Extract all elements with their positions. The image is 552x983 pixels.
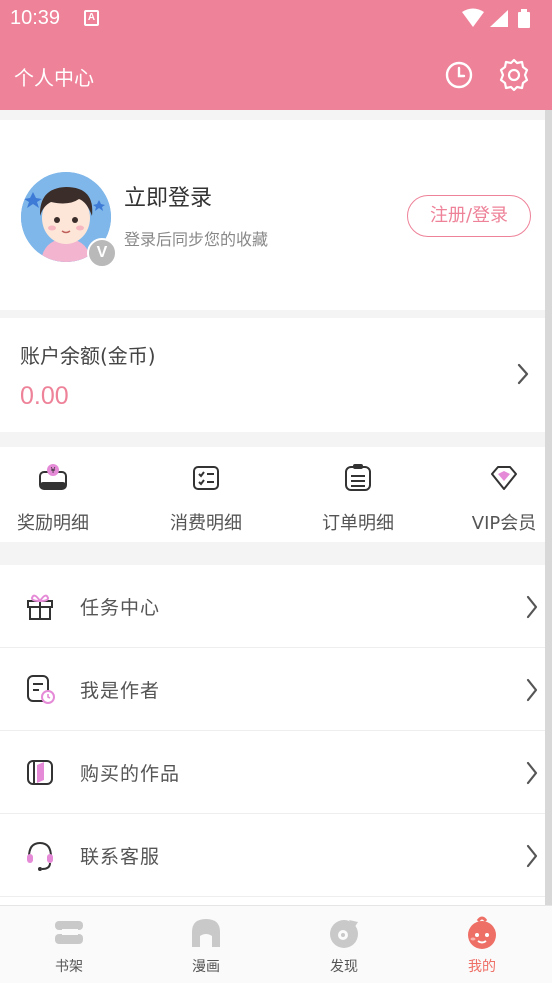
tab-label: 漫画 xyxy=(192,959,220,975)
chevron-right-icon xyxy=(526,844,538,868)
menu-item-label: 任务中心 xyxy=(80,597,161,619)
settings-icon[interactable] xyxy=(497,58,531,92)
balance-label: 账户余额(金币) xyxy=(20,344,156,368)
login-title[interactable]: 立即登录 xyxy=(124,180,212,212)
menu-item-label: 联系客服 xyxy=(80,846,161,868)
menu-item-task-center[interactable]: 任务中心 xyxy=(0,565,545,648)
author-icon xyxy=(27,675,55,704)
mine-icon xyxy=(468,916,496,949)
menu-item-purchased-works[interactable]: 购买的作品 xyxy=(0,731,545,814)
page-title: 个人中心 xyxy=(14,66,94,90)
history-icon[interactable] xyxy=(444,60,474,90)
tab-discover[interactable]: 发现 xyxy=(304,916,384,976)
app-bar: 个人中心 xyxy=(0,38,552,110)
vip-diamond-icon xyxy=(491,466,517,490)
menu-item-author[interactable]: 我是作者 xyxy=(0,648,545,731)
battery-icon xyxy=(518,9,530,28)
shortcut-reward-details[interactable]: ¥ 奖励明细 xyxy=(0,463,108,535)
vip-badge: V xyxy=(87,238,117,268)
svg-text:¥: ¥ xyxy=(50,466,55,475)
tab-comic[interactable]: 漫画 xyxy=(166,916,246,976)
order-list-icon xyxy=(345,464,371,491)
register-login-button[interactable]: 注册/登录 xyxy=(407,195,531,237)
book-icon xyxy=(27,760,53,785)
menu-item-label: 购买的作品 xyxy=(80,763,181,785)
profile-card: V 立即登录 登录后同步您的收藏 注册/登录 xyxy=(0,120,545,310)
tab-label: 我的 xyxy=(468,959,496,975)
balance-card[interactable]: 账户余额(金币) 0.00 xyxy=(0,318,545,432)
signal-icon xyxy=(490,10,508,27)
bottom-tab-bar: 书架 漫画 发现 我的 xyxy=(0,905,552,983)
wifi-icon xyxy=(462,8,484,27)
tab-label: 发现 xyxy=(330,959,358,975)
comic-icon xyxy=(192,919,220,947)
status-bar: 10:39 A xyxy=(0,0,552,38)
tab-label: 书架 xyxy=(55,959,83,975)
balance-value: 0.00 xyxy=(20,382,69,410)
shortcut-label: 奖励明细 xyxy=(17,513,89,534)
shortcut-vip-member[interactable]: VIP会员 xyxy=(449,463,552,535)
shortcut-consumption-details[interactable]: 消费明细 xyxy=(151,463,261,535)
shortcut-label: VIP会员 xyxy=(471,513,537,534)
chevron-right-icon xyxy=(526,678,538,702)
menu-item-customer-service[interactable]: 联系客服 xyxy=(0,814,545,897)
discover-icon xyxy=(330,920,358,948)
chevron-right-icon xyxy=(526,595,538,619)
login-subtitle: 登录后同步您的收藏 xyxy=(124,230,269,249)
tab-mine[interactable]: 我的 xyxy=(442,916,522,976)
shortcut-label: 消费明细 xyxy=(170,513,242,534)
tab-bookshelf[interactable]: 书架 xyxy=(29,916,109,976)
app-notification-icon: A xyxy=(84,10,99,26)
chevron-right-icon xyxy=(526,761,538,785)
shortcut-grid: ¥ 奖励明细 消费明细 订单明细 VIP会员 xyxy=(0,447,545,542)
system-status-icons xyxy=(462,8,530,28)
menu-list: 任务中心 我是作者 购买的作品 联系客服 xyxy=(0,565,545,905)
gift-icon xyxy=(27,594,53,620)
shortcut-label: 订单明细 xyxy=(322,513,394,534)
consumption-list-icon xyxy=(193,466,219,490)
shortcut-order-details[interactable]: 订单明细 xyxy=(303,463,413,535)
bookshelf-icon xyxy=(55,921,83,944)
chevron-right-icon xyxy=(517,363,529,385)
menu-item-label: 我是作者 xyxy=(80,680,161,702)
headset-icon xyxy=(27,841,53,871)
status-time: 10:39 xyxy=(10,7,61,29)
reward-wallet-icon: ¥ xyxy=(39,464,67,490)
